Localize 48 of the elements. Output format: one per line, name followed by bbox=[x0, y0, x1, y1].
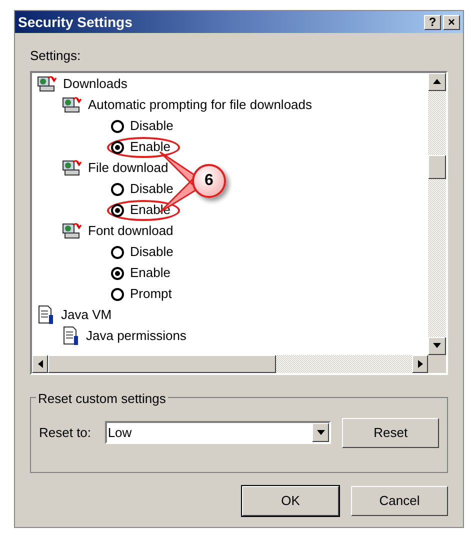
left-arrow-icon bbox=[38, 360, 42, 368]
scrollbar-corner bbox=[428, 354, 446, 372]
right-arrow-icon bbox=[418, 360, 422, 368]
circled-radio-option[interactable]: Enable bbox=[107, 136, 180, 158]
document-icon bbox=[62, 326, 80, 346]
radio-option[interactable]: Disable bbox=[107, 178, 184, 200]
setting-label: Java VM bbox=[61, 306, 112, 324]
scroll-thumb[interactable] bbox=[428, 154, 446, 178]
option-label: Disable bbox=[130, 243, 174, 262]
radio-option[interactable]: Prompt bbox=[107, 284, 182, 304]
reset-to-label: Reset to: bbox=[39, 424, 92, 442]
setting-label: Java permissions bbox=[86, 327, 186, 346]
document-icon bbox=[37, 305, 55, 325]
settings-label: Settings: bbox=[30, 47, 82, 65]
reset-level-dropdown[interactable]: Low bbox=[104, 421, 332, 444]
caret-icon bbox=[316, 430, 325, 435]
computer-download-icon bbox=[62, 96, 82, 114]
up-arrow-icon bbox=[433, 79, 441, 84]
option-label: Disable bbox=[130, 117, 174, 136]
option-label: Enable bbox=[130, 264, 170, 282]
dropdown-value: Low bbox=[106, 424, 133, 442]
computer-download-icon bbox=[37, 75, 57, 93]
scroll-right-button[interactable] bbox=[412, 354, 428, 372]
scroll-left-button[interactable] bbox=[32, 354, 48, 372]
reset-button[interactable]: Reset bbox=[342, 418, 439, 448]
cancel-button[interactable]: Cancel bbox=[351, 486, 448, 516]
setting-label: Downloads bbox=[63, 75, 128, 94]
option-label: Prompt bbox=[130, 285, 172, 304]
down-arrow-icon bbox=[433, 343, 441, 348]
radio-option[interactable]: Disable bbox=[107, 242, 184, 262]
computer-download-icon bbox=[62, 159, 82, 177]
vertical-scrollbar[interactable] bbox=[428, 72, 446, 354]
option-label: Enable bbox=[130, 138, 170, 156]
horizontal-scrollbar[interactable] bbox=[32, 354, 428, 372]
radio-option[interactable]: Enable bbox=[107, 262, 180, 284]
scroll-thumb[interactable] bbox=[48, 354, 276, 372]
option-label: Disable bbox=[130, 180, 174, 198]
radio-option[interactable]: Disable bbox=[107, 116, 184, 136]
close-button[interactable]: × bbox=[443, 14, 460, 30]
setting-label: File download bbox=[88, 159, 168, 178]
setting-label: Font download bbox=[88, 222, 174, 240]
computer-download-icon bbox=[62, 222, 82, 240]
window-title: Security Settings bbox=[18, 12, 132, 32]
scroll-up-button[interactable] bbox=[428, 72, 446, 90]
ok-button[interactable]: OK bbox=[242, 486, 339, 516]
scroll-down-button[interactable] bbox=[428, 336, 446, 354]
help-button[interactable]: ? bbox=[424, 14, 441, 30]
setting-label: Automatic prompting for file downloads bbox=[88, 96, 312, 114]
